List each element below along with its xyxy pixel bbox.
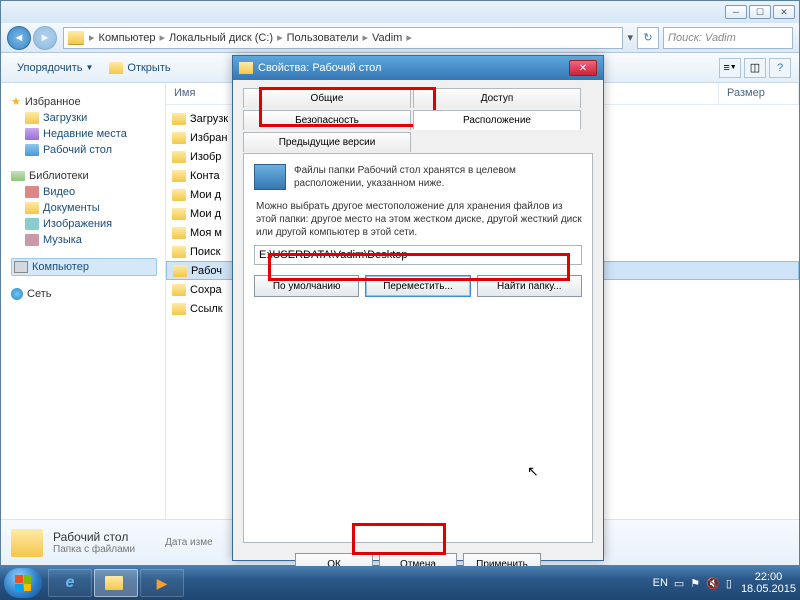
- folder-icon: [173, 265, 187, 277]
- sidebar-item-downloads[interactable]: Загрузки: [11, 110, 165, 126]
- tab-share[interactable]: Доступ: [413, 88, 581, 108]
- sidebar-libraries[interactable]: Библиотеки: [11, 168, 165, 184]
- details-date-label: Дата изме: [165, 537, 213, 548]
- tab-security[interactable]: Безопасность: [243, 110, 411, 130]
- folder-icon: [239, 62, 253, 74]
- tray-volume-icon[interactable]: ▯: [726, 577, 732, 590]
- nav-bar: ◄ ► ▸ Компьютер▸ Локальный диск (C:)▸ По…: [1, 23, 799, 53]
- search-input[interactable]: Поиск: Vadim: [663, 27, 793, 49]
- folder-icon: [172, 189, 186, 201]
- taskbar-item-ie[interactable]: e: [48, 569, 92, 597]
- sidebar-item-desktop[interactable]: Рабочий стол: [11, 142, 165, 158]
- move-button[interactable]: Переместить...: [365, 275, 470, 297]
- column-size[interactable]: Размер: [719, 83, 799, 104]
- computer-icon: [14, 261, 28, 273]
- sidebar-item-network[interactable]: Сеть: [11, 286, 165, 302]
- refresh-button[interactable]: ↻: [637, 27, 659, 49]
- document-icon: [25, 202, 39, 214]
- back-button[interactable]: ◄: [7, 26, 31, 50]
- taskbar-item-explorer[interactable]: [94, 569, 138, 597]
- details-name: Рабочий стол: [53, 530, 135, 544]
- music-icon: [25, 234, 39, 246]
- folder-icon: [105, 576, 123, 590]
- windows-logo-icon: [15, 575, 31, 591]
- refresh-icon: ↻: [643, 31, 652, 44]
- sidebar-item-pictures[interactable]: Изображения: [11, 216, 165, 232]
- start-button[interactable]: [4, 568, 42, 598]
- folder-icon: [11, 529, 43, 557]
- wmp-icon: ▶: [157, 575, 168, 592]
- breadcrumb[interactable]: Vadim: [369, 32, 405, 44]
- sidebar-item-music[interactable]: Музыка: [11, 232, 165, 248]
- minimize-button[interactable]: ─: [725, 5, 747, 19]
- location-info-1: Файлы папки Рабочий стол хранятся в целе…: [294, 164, 582, 190]
- folder-icon: [172, 246, 186, 258]
- sidebar-item-video[interactable]: Видео: [11, 184, 165, 200]
- organize-button[interactable]: Упорядочить▼: [9, 58, 101, 78]
- sidebar-item-documents[interactable]: Документы: [11, 200, 165, 216]
- tab-panel-location: Файлы папки Рабочий стол хранятся в целе…: [243, 153, 593, 543]
- address-bar[interactable]: ▸ Компьютер▸ Локальный диск (C:)▸ Пользо…: [63, 27, 623, 49]
- dialog-close-button[interactable]: ✕: [569, 60, 597, 76]
- tab-previous[interactable]: Предыдущие версии: [243, 132, 411, 152]
- tray-action-center-icon[interactable]: ⚑: [690, 577, 700, 590]
- breadcrumb[interactable]: Пользователи: [284, 32, 362, 44]
- folder-icon: [68, 31, 84, 45]
- desktop-icon: [25, 144, 39, 156]
- properties-dialog: Свойства: Рабочий стол ✕ Общие Доступ Бе…: [232, 55, 604, 561]
- video-icon: [25, 186, 39, 198]
- picture-icon: [25, 218, 39, 230]
- folder-icon: [109, 62, 123, 74]
- tab-location[interactable]: Расположение: [413, 110, 581, 130]
- sidebar-favorites[interactable]: ★Избранное: [11, 93, 165, 110]
- nav-pane: ★Избранное Загрузки Недавние места Рабоч…: [1, 83, 166, 519]
- folder-icon: [25, 112, 39, 124]
- network-icon: [11, 288, 23, 300]
- taskbar-item-wmp[interactable]: ▶: [140, 569, 184, 597]
- folder-icon: [25, 128, 39, 140]
- maximize-button[interactable]: ☐: [749, 5, 771, 19]
- folder-icon: [172, 151, 186, 163]
- tray-flag-icon[interactable]: ▭: [674, 577, 684, 590]
- sidebar-item-computer[interactable]: Компьютер: [11, 258, 157, 276]
- tray-lang[interactable]: EN: [653, 577, 668, 589]
- taskbar: e ▶ EN ▭ ⚑ 🔇 ▯ 22:00 18.05.2015: [0, 566, 800, 600]
- find-target-button[interactable]: Найти папку...: [477, 275, 582, 297]
- dialog-title: Свойства: Рабочий стол: [258, 62, 381, 74]
- folder-icon: [172, 113, 186, 125]
- folder-icon: [172, 303, 186, 315]
- tab-strip: Общие Доступ Безопасность Расположение П…: [243, 88, 593, 154]
- view-options-button[interactable]: ≡▼: [719, 58, 741, 78]
- dialog-titlebar[interactable]: Свойства: Рабочий стол ✕: [233, 56, 603, 80]
- tray-clock[interactable]: 22:00 18.05.2015: [741, 571, 796, 595]
- preview-pane-button[interactable]: ◫: [744, 58, 766, 78]
- breadcrumb[interactable]: Локальный диск (C:): [166, 32, 276, 44]
- ie-icon: e: [66, 574, 75, 592]
- folder-icon: [172, 132, 186, 144]
- folder-icon: [172, 170, 186, 182]
- details-type: Папка с файлами: [53, 544, 135, 555]
- help-button[interactable]: ?: [769, 58, 791, 78]
- open-button[interactable]: Открыть: [101, 58, 178, 78]
- folder-icon: [172, 208, 186, 220]
- location-path-input[interactable]: [254, 245, 582, 265]
- breadcrumb[interactable]: Компьютер: [96, 32, 159, 44]
- folder-icon: [172, 284, 186, 296]
- close-button[interactable]: ✕: [773, 5, 795, 19]
- system-tray[interactable]: EN ▭ ⚑ 🔇 ▯ 22:00 18.05.2015: [650, 571, 796, 595]
- forward-button[interactable]: ►: [33, 26, 57, 50]
- star-icon: ★: [11, 95, 21, 108]
- tab-general[interactable]: Общие: [243, 88, 411, 108]
- sidebar-item-recent[interactable]: Недавние места: [11, 126, 165, 142]
- monitor-icon: [254, 164, 286, 190]
- library-icon: [11, 171, 25, 181]
- window-titlebar: ─ ☐ ✕: [1, 1, 799, 23]
- location-info-2: Можно выбрать другое местоположение для …: [256, 200, 582, 239]
- restore-default-button[interactable]: По умолчанию: [254, 275, 359, 297]
- folder-icon: [172, 227, 186, 239]
- tray-network-icon[interactable]: 🔇: [706, 577, 720, 590]
